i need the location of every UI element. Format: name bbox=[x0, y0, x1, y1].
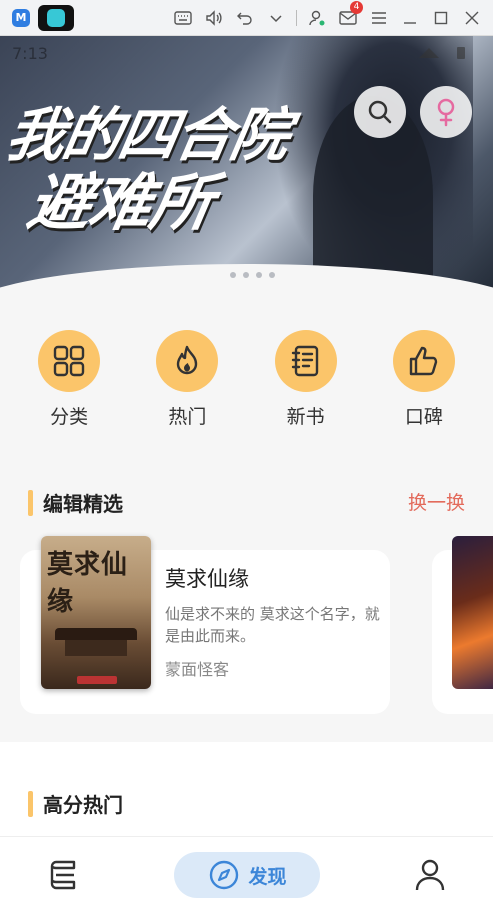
category-label: 口碑 bbox=[404, 406, 443, 428]
category-label: 分类 bbox=[50, 406, 89, 428]
bookshelf-icon bbox=[50, 860, 76, 890]
notebook-icon bbox=[291, 345, 318, 377]
window-toolbar: M 4 bbox=[0, 0, 493, 36]
category-icon-bg bbox=[38, 330, 101, 392]
section-accent-bar bbox=[28, 790, 33, 817]
category-label: 新书 bbox=[286, 406, 325, 428]
editor-picks-header: 编辑精选 bbox=[28, 488, 123, 517]
flame-icon bbox=[177, 345, 198, 375]
volume-icon[interactable] bbox=[203, 7, 225, 29]
app-m-icon: M bbox=[12, 8, 30, 27]
compass-icon bbox=[210, 860, 239, 890]
maximize-icon[interactable] bbox=[430, 7, 452, 29]
grid-icon bbox=[53, 345, 85, 377]
gamepad-icon bbox=[47, 8, 65, 27]
banner-dot[interactable] bbox=[230, 272, 236, 278]
book-cover[interactable]: 莫求仙缘 bbox=[41, 536, 151, 689]
nav-bookshelf[interactable] bbox=[47, 858, 81, 892]
search-button[interactable] bbox=[354, 86, 406, 138]
status-bar-time: 7:13 bbox=[12, 44, 48, 63]
close-icon[interactable] bbox=[461, 7, 483, 29]
category-icon-bg bbox=[392, 330, 455, 392]
thumbs-up-icon bbox=[409, 346, 438, 376]
publisher-logo bbox=[77, 676, 117, 684]
bottom-navigation: 发现 bbox=[0, 836, 493, 913]
book-description: 仙是求不来的 莫求这个名字，就是由此而来。 bbox=[165, 605, 380, 645]
category-shortcuts: 分类 热门 新书 口碑 bbox=[0, 330, 493, 429]
book-cover-title: 莫求仙缘 bbox=[47, 550, 129, 617]
cover-art-building bbox=[65, 640, 127, 656]
status-bar-indicators bbox=[417, 44, 477, 60]
category-reputation[interactable]: 口碑 bbox=[379, 330, 469, 429]
mail-badge: 4 bbox=[350, 0, 363, 14]
banner-dot[interactable] bbox=[243, 272, 249, 278]
category-label: 热门 bbox=[168, 406, 207, 428]
minimize-icon[interactable] bbox=[399, 7, 421, 29]
high-score-header: 高分热门 bbox=[28, 789, 123, 818]
refresh-button[interactable]: 换一换 bbox=[408, 488, 465, 515]
nav-discover-label: 发现 bbox=[248, 865, 287, 888]
menu-icon[interactable] bbox=[368, 7, 390, 29]
app-tab-game[interactable] bbox=[38, 4, 74, 31]
chevron-down-icon[interactable] bbox=[265, 7, 287, 29]
nav-discover[interactable]: 发现 bbox=[174, 852, 321, 898]
user-icon bbox=[415, 859, 445, 891]
category-icon-bg bbox=[156, 330, 219, 392]
cover-art-roof bbox=[55, 628, 137, 640]
search-icon bbox=[368, 100, 392, 124]
mail-icon[interactable]: 4 bbox=[337, 0, 363, 29]
book-title[interactable]: 莫求仙缘 bbox=[165, 563, 249, 593]
app-tab-m[interactable]: M bbox=[8, 5, 34, 31]
toolbar-divider bbox=[296, 9, 297, 26]
banner-dot[interactable] bbox=[256, 272, 262, 278]
banner-pagination bbox=[230, 272, 275, 278]
category-new[interactable]: 新书 bbox=[261, 330, 351, 429]
section-title: 高分热门 bbox=[43, 793, 123, 817]
section-title: 编辑精选 bbox=[43, 492, 123, 516]
keyboard-icon[interactable] bbox=[172, 7, 194, 29]
banner-title-line2: 避难所 bbox=[22, 166, 219, 239]
category-classify[interactable]: 分类 bbox=[24, 330, 114, 429]
undo-icon[interactable] bbox=[234, 7, 256, 29]
banner-dot[interactable] bbox=[269, 272, 275, 278]
female-symbol-icon bbox=[437, 98, 455, 127]
category-icon-bg bbox=[274, 330, 337, 392]
user-status-icon[interactable] bbox=[306, 7, 328, 29]
section-accent-bar bbox=[28, 489, 33, 516]
gender-switch-button[interactable] bbox=[420, 86, 472, 138]
book-cover-next[interactable] bbox=[452, 536, 493, 689]
book-author: 蒙面怪客 bbox=[165, 660, 230, 679]
nav-profile[interactable] bbox=[414, 858, 446, 892]
category-hot[interactable]: 热门 bbox=[142, 330, 232, 429]
